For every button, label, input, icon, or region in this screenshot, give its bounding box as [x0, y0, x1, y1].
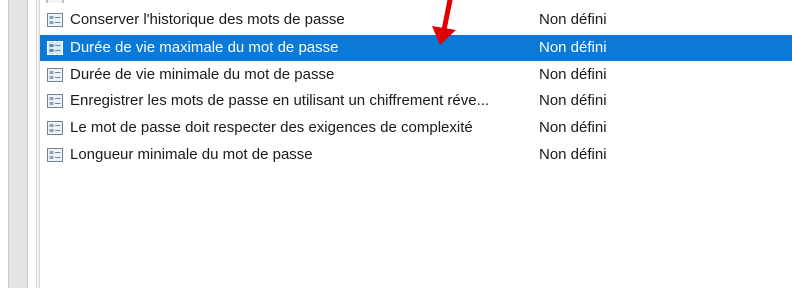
- policy-setting: Non défini: [539, 66, 607, 83]
- policy-setting: Non défini: [539, 11, 607, 28]
- policy-name: Durée de vie maximale du mot de passe: [70, 39, 339, 56]
- policy-name: Durée de vie minimale du mot de passe: [70, 66, 335, 83]
- policy-row-selected[interactable]: Durée de vie maximale du mot de passe No…: [40, 35, 792, 61]
- policy-document-icon: [47, 13, 63, 27]
- policy-document-icon: [47, 41, 63, 55]
- tree-pane: [0, 0, 36, 288]
- policy-setting: Non défini: [539, 92, 607, 109]
- policy-setting: Non défini: [539, 119, 607, 136]
- policy-row-partial: [40, 0, 792, 3]
- policy-document-icon: [47, 68, 63, 82]
- policy-list: Conserver l'historique des mots de passe…: [40, 0, 792, 288]
- policy-name: Le mot de passe doit respecter des exige…: [70, 119, 473, 136]
- policy-name: Longueur minimale du mot de passe: [70, 146, 313, 163]
- red-arrow-annotation: [432, 0, 456, 45]
- policy-name: Enregistrer les mots de passe en utilisa…: [70, 92, 490, 109]
- policy-row[interactable]: Le mot de passe doit respecter des exige…: [40, 115, 792, 141]
- policy-document-icon: [47, 148, 63, 162]
- policy-document-icon: [46, 0, 64, 3]
- policy-row[interactable]: Conserver l'historique des mots de passe…: [40, 7, 792, 33]
- policy-document-icon: [47, 121, 63, 135]
- policy-row[interactable]: Longueur minimale du mot de passe Non dé…: [40, 142, 792, 168]
- policy-row[interactable]: Enregistrer les mots de passe en utilisa…: [40, 88, 792, 114]
- policy-setting: Non défini: [539, 146, 607, 163]
- policy-name: Conserver l'historique des mots de passe: [70, 11, 345, 28]
- policy-row[interactable]: Durée de vie minimale du mot de passe No…: [40, 62, 792, 88]
- policy-document-icon: [47, 94, 63, 108]
- tree-pane-scrollbar[interactable]: [8, 0, 28, 288]
- policy-setting: Non défini: [539, 39, 607, 56]
